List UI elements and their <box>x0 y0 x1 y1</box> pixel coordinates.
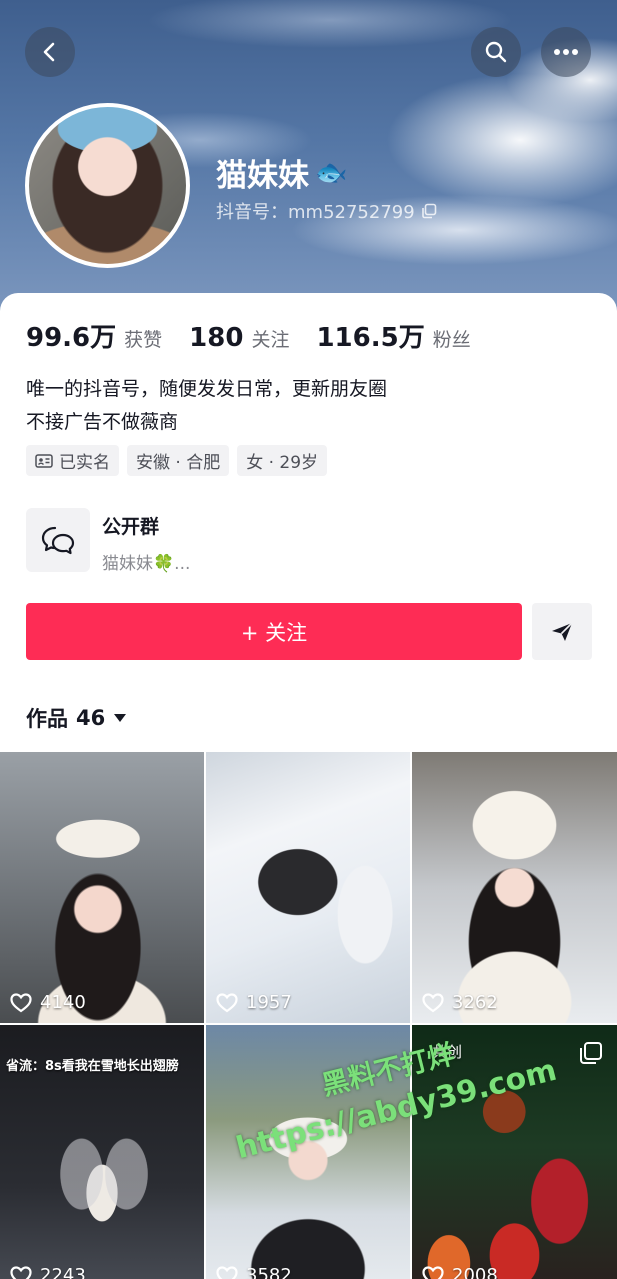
caret-down-icon <box>114 714 127 722</box>
video-likes-count: 3262 <box>452 992 498 1013</box>
more-horizontal-icon <box>554 49 578 55</box>
bio-line-2: 不接广告不做薇商 <box>26 411 179 433</box>
video-likes: 3582 <box>216 1265 292 1279</box>
more-button[interactable] <box>541 27 591 77</box>
heart-outline-icon <box>10 992 32 1012</box>
fish-emoji: 🐟 <box>315 157 348 188</box>
location-tag: 安徽 · 合肥 <box>127 445 230 476</box>
public-group[interactable]: 公开群 猫妹妹🍀... <box>26 508 591 574</box>
group-text: 公开群 猫妹妹🍀... <box>102 508 191 574</box>
video-likes-count: 2243 <box>40 1265 86 1279</box>
stat-likes-label: 获赞 <box>124 329 163 351</box>
stat-likes[interactable]: 99.6万 获赞 <box>26 317 162 354</box>
heart-outline-icon <box>422 1265 444 1279</box>
group-title: 公开群 <box>102 516 160 538</box>
bio-line-1: 唯一的抖音号，随便发发日常，更新朋友圈 <box>26 378 388 400</box>
video-thumbnail[interactable]: 1957 <box>206 752 410 1023</box>
chevron-left-icon <box>43 42 55 62</box>
video-likes-count: 1957 <box>246 992 292 1013</box>
video-likes: 3262 <box>422 992 498 1013</box>
id-card-icon <box>35 453 53 468</box>
video-likes-count: 2008 <box>452 1265 498 1279</box>
heart-outline-icon <box>216 1265 238 1279</box>
stat-followers-value: 116.5万 <box>316 323 425 353</box>
douyin-id-text: 抖音号：mm52752799 <box>216 202 415 223</box>
video-likes: 2008 <box>422 1265 498 1279</box>
stat-followers[interactable]: 116.5万 粉丝 <box>316 317 470 354</box>
video-likes: 1957 <box>216 992 292 1013</box>
stat-following-value: 180 <box>189 323 244 353</box>
follow-button-label: + 关注 <box>240 620 308 645</box>
avatar[interactable] <box>25 103 190 268</box>
video-likes: 4140 <box>10 992 86 1013</box>
send-message-button[interactable] <box>532 603 592 660</box>
douyin-id: 抖音号：mm52752799 <box>216 198 437 224</box>
group-subtitle: 猫妹妹🍀... <box>102 554 191 574</box>
profile-nickname: 猫妹妹 🐟 <box>216 150 347 195</box>
stat-following[interactable]: 180 关注 <box>189 323 289 353</box>
follow-button[interactable]: + 关注 <box>26 603 522 660</box>
heart-outline-icon <box>422 992 444 1012</box>
bio: 唯一的抖音号，随便发发日常，更新朋友圈 不接广告不做薇商 <box>26 373 387 439</box>
search-icon <box>485 41 507 63</box>
nickname-text: 猫妹妹 <box>216 158 309 194</box>
works-count: 46 <box>76 706 106 730</box>
search-button[interactable] <box>471 27 521 77</box>
verified-tag[interactable]: 已实名 <box>26 445 119 476</box>
profile-tags: 已实名 安徽 · 合肥 女 · 29岁 <box>26 445 328 476</box>
stat-likes-value: 99.6万 <box>26 323 117 353</box>
location-tag-label: 安徽 · 合肥 <box>136 453 221 473</box>
video-thumbnail[interactable]: 省流：8s看我在雪地长出翅膀 2243 <box>0 1025 204 1279</box>
video-thumbnail[interactable]: 4140 <box>0 752 204 1023</box>
video-thumbnail[interactable]: 3262 <box>412 752 617 1023</box>
video-likes-count: 3582 <box>246 1265 292 1279</box>
back-button[interactable] <box>25 27 75 77</box>
multi-image-icon <box>580 1042 602 1064</box>
works-tab[interactable]: 作品 46 <box>26 703 127 733</box>
send-icon <box>552 621 573 641</box>
copy-icon[interactable] <box>421 203 437 219</box>
video-likes-count: 4140 <box>40 992 86 1013</box>
group-chat-icon <box>26 508 90 572</box>
stat-following-label: 关注 <box>251 329 290 351</box>
verified-tag-label: 已实名 <box>59 453 110 473</box>
works-tab-label: 作品 <box>26 707 68 731</box>
video-likes: 2243 <box>10 1265 86 1279</box>
heart-outline-icon <box>216 992 238 1012</box>
stat-followers-label: 粉丝 <box>432 329 471 351</box>
gender-age-tag: 女 · 29岁 <box>237 445 328 476</box>
heart-outline-icon <box>10 1265 32 1279</box>
video-caption: 省流：8s看我在雪地长出翅膀 <box>6 1059 179 1074</box>
gender-age-tag-label: 女 · 29岁 <box>246 453 319 473</box>
stats-row: 99.6万 获赞 180 关注 116.5万 粉丝 <box>26 317 498 354</box>
